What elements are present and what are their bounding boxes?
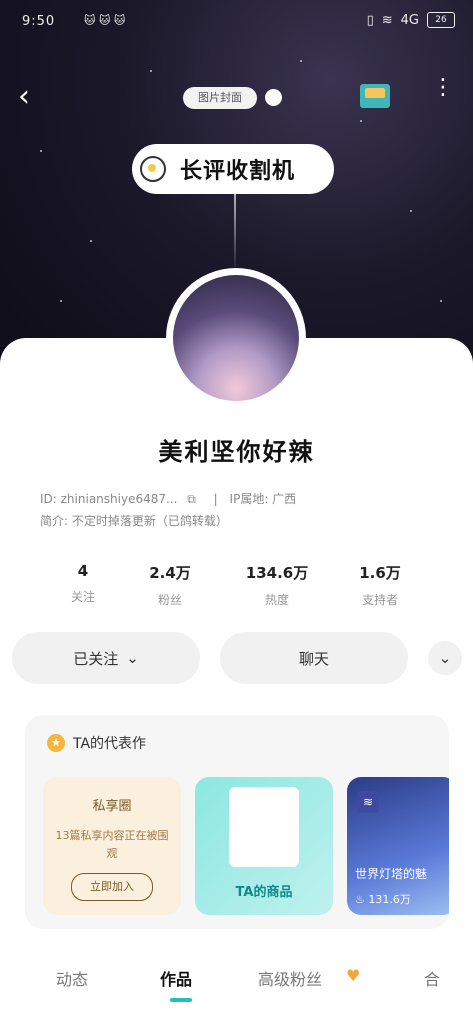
product-image <box>229 787 299 867</box>
tab-premium-fans[interactable]: 高级粉丝 <box>258 966 322 990</box>
chat-button[interactable]: 聊天 <box>220 632 408 684</box>
status-time: 9:50 <box>22 14 56 29</box>
chick-icon <box>140 156 166 182</box>
expand-button[interactable]: ⌄ <box>428 641 462 675</box>
cover-toggle-dot[interactable] <box>265 89 282 106</box>
vibrate-icon: ▯ <box>366 12 374 28</box>
battery-level: 26 <box>435 15 447 25</box>
join-button[interactable]: 立即加入 <box>71 873 153 901</box>
follow-button[interactable]: 已关注 ⌄ <box>12 632 200 684</box>
stat-value: 1.6万 <box>359 564 401 582</box>
stat-label: 粉丝 <box>157 593 182 607</box>
bio: 简介: 不定时掉落更新（已鸽转载） <box>40 514 228 528</box>
tile-title: TA的商品 <box>235 885 293 900</box>
stat-value: 4 <box>77 562 89 580</box>
profile-meta: ID: zhinianshiye6487... ⧉ | IP属地: 广西 简介:… <box>40 492 297 528</box>
follow-label: 已关注 <box>73 649 119 668</box>
flame-icon: ♨ <box>355 893 365 906</box>
work-tile[interactable]: ≋ 世界灯塔的魅 ♨ 131.6万 <box>347 777 449 915</box>
avatar[interactable] <box>166 268 306 408</box>
tile-desc: 13篇私享内容正在被围观 <box>55 829 169 860</box>
chat-label: 聊天 <box>298 649 329 668</box>
profile-title: 长评收割机 <box>180 159 296 184</box>
light-beam <box>234 194 236 274</box>
stat-value: 2.4万 <box>149 564 191 582</box>
stat-label: 关注 <box>70 590 95 604</box>
active-tab-indicator <box>170 998 192 1002</box>
representative-works: ★ TA的代表作 私享圈 13篇私享内容正在被围观 立即加入 TA的商品 ≋ 世… <box>25 715 449 929</box>
rep-header: ★ TA的代表作 <box>47 733 146 753</box>
back-icon[interactable]: ‹ <box>18 82 48 112</box>
stat-supporters[interactable]: 1.6万 支持者 <box>335 562 425 608</box>
user-id: ID: zhinianshiye6487... <box>40 492 178 506</box>
stat-heat[interactable]: 134.6万 热度 <box>232 562 322 608</box>
chevron-down-icon: ⌄ <box>438 649 452 667</box>
battery-icon: 26 <box>427 12 455 28</box>
tile-title: 私享圈 <box>92 799 132 814</box>
mail-icon[interactable] <box>360 84 390 108</box>
profile-tabs: 动态 作品 高级粉丝 ♥ 合 <box>0 960 473 1002</box>
chevron-down-icon: ⌄ <box>126 649 139 667</box>
tab-collection[interactable]: 合 <box>424 966 440 990</box>
private-circle-tile[interactable]: 私享圈 13篇私享内容正在被围观 立即加入 <box>43 777 181 915</box>
badge-icon: ★ <box>47 734 65 752</box>
more-icon[interactable]: ⋮ <box>432 77 454 114</box>
network-label: 4G <box>400 12 419 28</box>
avatar-image <box>173 275 299 401</box>
status-cat-icons: 🐱 🐱 🐱 <box>84 14 126 27</box>
rep-title: TA的代表作 <box>73 736 147 752</box>
stat-label: 热度 <box>264 593 289 607</box>
stat-followers[interactable]: 2.4万 粉丝 <box>125 562 215 608</box>
tab-dynamic[interactable]: 动态 <box>56 966 88 990</box>
top-bar: ‹ 图片封面 ⋮ <box>0 77 473 120</box>
heat-count-value: 131.6万 <box>368 893 411 906</box>
title-bubble: 长评收割机 <box>132 144 334 194</box>
stat-following[interactable]: 4 关注 <box>38 562 128 605</box>
tab-works[interactable]: 作品 <box>160 966 192 990</box>
premium-heart-icon: ♥ <box>346 966 361 985</box>
stat-label: 支持者 <box>361 593 398 607</box>
heat-count: ♨ 131.6万 <box>355 891 411 907</box>
ip-location: IP属地: 广西 <box>229 492 297 506</box>
cover-image-button[interactable]: 图片封面 <box>183 87 257 109</box>
layers-icon: ≋ <box>357 791 379 813</box>
wifi-icon: ≋ <box>381 12 393 28</box>
copy-icon[interactable]: ⧉ <box>187 492 196 506</box>
nickname: 美利坚你好辣 <box>158 438 315 466</box>
status-bar: 9:50 🐱 🐱 🐱 ▯ ≋ 4G 26 <box>22 12 455 34</box>
tile-title: 世界灯塔的魅 <box>355 867 428 881</box>
stat-value: 134.6万 <box>245 564 309 582</box>
products-tile[interactable]: TA的商品 <box>195 777 333 915</box>
